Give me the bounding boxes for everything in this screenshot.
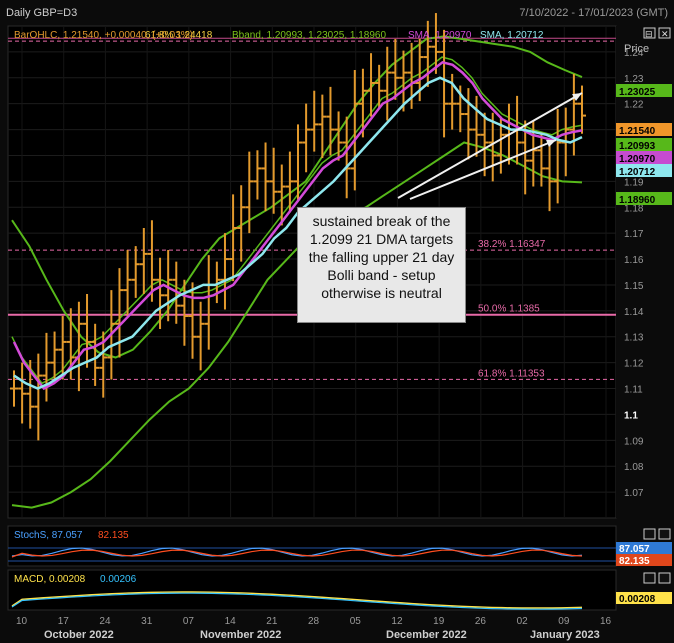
macd-tag-label: 0.00208 (619, 594, 656, 605)
x-month-label: December 2022 (386, 629, 467, 641)
price-tag-label: 1.18960 (619, 195, 656, 206)
macd-close-icon[interactable] (658, 572, 671, 584)
stoch-legend-d: 82.135 (98, 530, 129, 541)
price-tag-label: 1.20712 (619, 167, 656, 178)
y-tick-label: 1.13 (624, 333, 644, 344)
stoch-tag-label: 82.135 (619, 556, 650, 567)
y-tick-label: 1.11 (624, 385, 643, 396)
y-tick-label: 1.08 (624, 462, 644, 473)
minimize-pane-glyph: ⊟ (645, 29, 653, 39)
y-tick-label: 1.23 (624, 74, 644, 85)
stoch-tags: 87.05782.135 (616, 542, 672, 567)
y-tick-label: 1.15 (624, 281, 644, 292)
y-tick-label: 1.12 (624, 359, 644, 370)
x-tick-label: 19 (433, 616, 445, 627)
x-tick-label: 05 (350, 616, 362, 627)
x-tick-label: 12 (391, 616, 403, 627)
y-tick-label: 1.22 (624, 100, 644, 111)
analyst-annotation: sustained break of the 1.2099 21 DMA tar… (297, 207, 466, 323)
fib-label: 61.8% 1.11353 (478, 368, 545, 379)
macd-legend-macd: MACD, 0.00208 (14, 574, 86, 585)
legend-ohlc: BarOHLC, 1.21540, +0.00040, (+0.03%) (14, 30, 193, 41)
main-legend: BarOHLC, 1.21540, +0.00040, (+0.03%) Bba… (14, 30, 544, 41)
fib-label: 38.2% 1.16347 (478, 239, 546, 250)
y-tick-label: 1.1 (624, 410, 638, 421)
legend-sma21: SMA, 1.20970 (408, 30, 472, 41)
price-tag-label: 1.20993 (619, 141, 656, 152)
x-month-label: November 2022 (200, 629, 281, 641)
x-tick-label: 21 (266, 616, 278, 627)
x-tick-label: 16 (600, 616, 612, 627)
stoch-legend-k: StochS, 87.057 (14, 530, 83, 541)
x-tick-label: 24 (99, 616, 111, 627)
y-tick-label: 1.19 (624, 177, 644, 188)
y-tick-label: 1.17 (624, 229, 644, 240)
x-tick-label: 17 (58, 616, 70, 627)
price-tag-label: 1.23025 (619, 87, 656, 98)
legend-sma: SMA, 1.20712 (480, 30, 544, 41)
macd-tags: 0.00208 (616, 592, 672, 605)
close-pane-glyph: ✕ (661, 29, 669, 39)
macd-minimize-icon[interactable] (643, 572, 656, 584)
legend-bband: Bband, 1.20993, 1.23025, 1.18960 (232, 30, 386, 41)
x-tick-label: 02 (517, 616, 529, 627)
x-month-label: January 2023 (530, 629, 600, 641)
y-tick-label: 1.14 (624, 307, 644, 318)
x-tick-label: 14 (225, 616, 237, 627)
x-tick-label: 07 (183, 616, 195, 627)
stoch-close-icon[interactable] (658, 528, 671, 540)
x-axis-ticks: 10 17 24 31 07 14 21 28 05 12 19 26 02 09 16 (16, 616, 612, 627)
price-tag-label: 1.21540 (619, 126, 656, 137)
fib-label: 50.0% 1.1385 (478, 304, 540, 315)
x-tick-label: 31 (141, 616, 153, 627)
stoch-tag-label: 87.057 (619, 544, 650, 555)
y-tick-label: 1.24 (624, 48, 644, 59)
x-axis-months: October 2022 November 2022 December 2022 Ja… (44, 629, 600, 641)
x-tick-label: 10 (16, 616, 28, 627)
price-tag-label: 1.20970 (619, 154, 656, 165)
x-tick-label: 09 (558, 616, 570, 627)
y-tick-label: 1.09 (624, 436, 644, 447)
x-month-label: October 2022 (44, 629, 114, 641)
y-tick-label: 1.07 (624, 488, 644, 499)
stoch-minimize-icon[interactable] (643, 528, 656, 540)
y-tick-label: 1.16 (624, 255, 644, 266)
x-tick-label: 26 (475, 616, 487, 627)
macd-legend-signal: 0.00206 (100, 574, 137, 585)
x-tick-label: 28 (308, 616, 320, 627)
